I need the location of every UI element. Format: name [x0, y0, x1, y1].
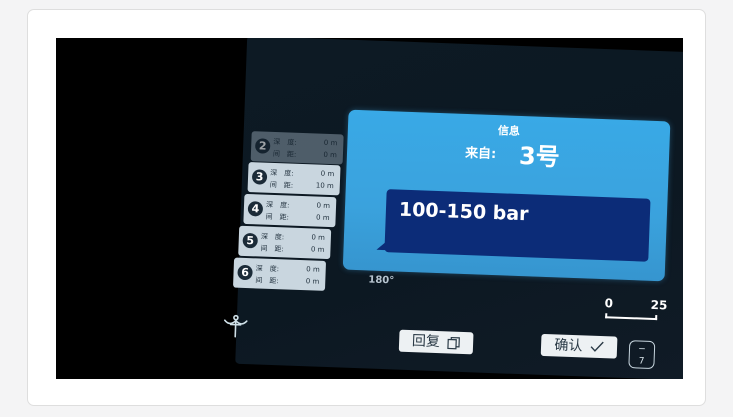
diver-number: 5	[242, 232, 259, 249]
confirm-button[interactable]: 确认	[540, 333, 618, 359]
diver-number: 2	[254, 138, 271, 154]
from-value: 3号	[518, 141, 561, 172]
distance-value: 0 m	[323, 150, 338, 160]
distance-label: 间 距:	[269, 180, 294, 190]
distance-label: 间 距:	[272, 149, 297, 159]
from-label: 来自:	[464, 145, 497, 163]
diver-card[interactable]: 3深 度: 0 m 间 距: 10 m	[247, 162, 341, 196]
depth-value: 0 m	[306, 265, 320, 274]
device-display: 2深 度: 0 m间 距: 0 m3深 度: 0 m间 距: 10 m4深 度: 0 m间…	[56, 38, 683, 379]
distance-value: 10 m	[315, 181, 334, 191]
diver-card[interactable]: 2深 度: 0 m 间 距: 0 m	[250, 131, 344, 165]
dialog-title: 信息	[497, 124, 521, 138]
depth-value: 0 m	[320, 169, 335, 179]
message-text: 100-150 bar	[398, 198, 529, 226]
depth-label: 深 度:	[273, 137, 297, 147]
distance-label: 间 距:	[255, 276, 279, 286]
anchor-icon	[223, 314, 248, 338]
copy-icon	[447, 336, 461, 349]
message-tail	[376, 240, 387, 251]
depth-value: 0 m	[316, 201, 331, 211]
depth-value: 0 m	[323, 138, 338, 148]
diver-card[interactable]: 5深 度: 0 m 间 距: 0 m	[238, 225, 332, 260]
counter-top: −	[638, 344, 646, 355]
confirm-label: 确认	[554, 337, 583, 355]
distance-value: 0 m	[315, 213, 330, 223]
check-icon	[590, 341, 604, 352]
depth-label: 深 度:	[265, 200, 290, 210]
compass-heading: 180°	[368, 274, 395, 287]
counter-bottom: 7	[638, 356, 645, 367]
depth-label: 深 度:	[255, 264, 280, 274]
distance-value: 0 m	[310, 245, 325, 254]
device-photo: 2深 度: 0 m间 距: 0 m3深 度: 0 m间 距: 10 m4深 度: 0 m间…	[56, 38, 683, 379]
distance-label: 间 距:	[260, 244, 284, 254]
distance-value: 0 m	[305, 277, 320, 286]
depth-value: 0 m	[311, 233, 326, 242]
diver-number: 6	[237, 264, 253, 281]
message-box: 100-150 bar	[376, 189, 651, 262]
diver-number: 4	[247, 201, 264, 217]
distance-label: 间 距:	[265, 212, 290, 222]
diver-card[interactable]: 4深 度: 0 m 间 距: 0 m	[243, 193, 337, 228]
diver-number: 3	[251, 169, 268, 185]
message-dialog: 信息 来自: 3号 100-150 bar	[342, 109, 671, 282]
scale-min: 0	[604, 296, 614, 311]
depth-label: 深 度:	[260, 232, 285, 242]
reply-button[interactable]: 回复	[398, 329, 474, 355]
diver-card[interactable]: 6深 度: 0 m 间 距: 0 m	[233, 257, 327, 291]
scale-max: 25	[650, 297, 668, 313]
reply-label: 回复	[411, 333, 441, 351]
small-counter-button[interactable]: − 7	[628, 340, 656, 370]
depth-label: 深 度:	[270, 168, 294, 178]
